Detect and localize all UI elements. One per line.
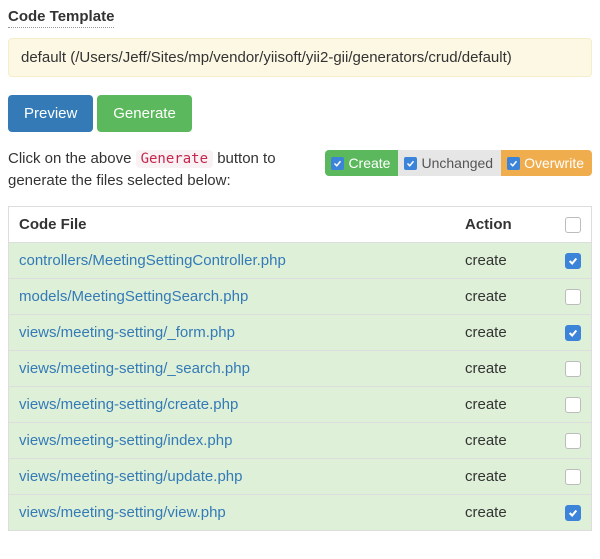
action-cell: create — [455, 422, 555, 458]
action-cell: create — [455, 242, 555, 278]
filter-overwrite-label: Overwrite — [524, 155, 584, 171]
help-text: Click on the above Generate button to ge… — [8, 148, 317, 192]
file-link[interactable]: views/meeting-setting/view.php — [19, 504, 226, 521]
code-files-table: Code File Action controllers/MeetingSett… — [8, 206, 592, 531]
table-row: views/meeting-setting/index.php create — [9, 422, 592, 458]
action-cell: create — [455, 278, 555, 314]
file-link[interactable]: views/meeting-setting/index.php — [19, 432, 232, 449]
code-template-value: default (/Users/Jeff/Sites/mp/vendor/yii… — [8, 38, 592, 77]
action-cell: create — [455, 494, 555, 530]
table-row: models/MeetingSettingSearch.php create — [9, 278, 592, 314]
col-header-action: Action — [455, 206, 555, 242]
checkbox-icon — [507, 157, 520, 170]
checkbox-icon — [331, 157, 344, 170]
generate-code-pill: Generate — [136, 150, 213, 168]
file-link[interactable]: models/MeetingSettingSearch.php — [19, 288, 248, 305]
file-link[interactable]: views/meeting-setting/update.php — [19, 468, 242, 485]
generate-button[interactable]: Generate — [97, 95, 192, 132]
action-cell: create — [455, 386, 555, 422]
row-checkbox[interactable] — [565, 361, 581, 377]
row-checkbox[interactable] — [565, 253, 581, 269]
filter-unchanged-label: Unchanged — [421, 155, 493, 171]
filter-group: Create Unchanged Overwrite — [325, 150, 592, 176]
row-checkbox[interactable] — [565, 289, 581, 305]
file-link[interactable]: views/meeting-setting/_form.php — [19, 324, 235, 341]
filter-create-button[interactable]: Create — [325, 150, 398, 176]
row-checkbox[interactable] — [565, 325, 581, 341]
col-header-select — [555, 206, 592, 242]
checkbox-icon — [404, 157, 417, 170]
filter-unchanged-button[interactable]: Unchanged — [398, 150, 501, 176]
row-checkbox[interactable] — [565, 505, 581, 521]
action-cell: create — [455, 314, 555, 350]
file-link[interactable]: views/meeting-setting/_search.php — [19, 360, 250, 377]
col-header-file: Code File — [9, 206, 456, 242]
table-row: views/meeting-setting/create.php create — [9, 386, 592, 422]
table-row: views/meeting-setting/update.php create — [9, 458, 592, 494]
preview-button[interactable]: Preview — [8, 95, 93, 132]
row-checkbox[interactable] — [565, 433, 581, 449]
row-checkbox[interactable] — [565, 469, 581, 485]
action-cell: create — [455, 458, 555, 494]
file-link[interactable]: controllers/MeetingSettingController.php — [19, 252, 286, 269]
table-row: controllers/MeetingSettingController.php… — [9, 242, 592, 278]
table-row: views/meeting-setting/view.php create — [9, 494, 592, 530]
row-checkbox[interactable] — [565, 397, 581, 413]
filter-overwrite-button[interactable]: Overwrite — [501, 150, 592, 176]
code-template-label: Code Template — [8, 8, 114, 28]
filter-create-label: Create — [348, 155, 390, 171]
help-prefix: Click on the above — [8, 150, 136, 167]
action-cell: create — [455, 350, 555, 386]
select-all-checkbox[interactable] — [565, 217, 581, 233]
table-row: views/meeting-setting/_search.php create — [9, 350, 592, 386]
table-row: views/meeting-setting/_form.php create — [9, 314, 592, 350]
file-link[interactable]: views/meeting-setting/create.php — [19, 396, 238, 413]
